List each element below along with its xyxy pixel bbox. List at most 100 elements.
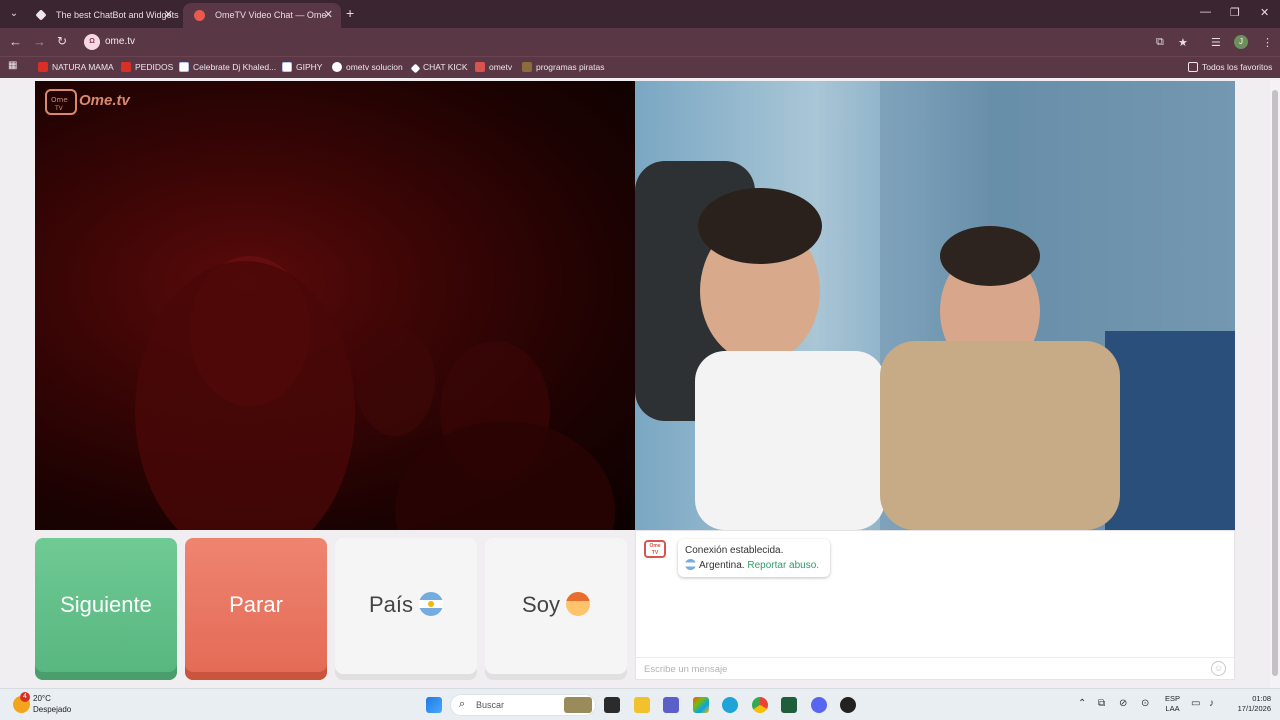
argentina-flag-icon xyxy=(419,592,444,616)
chevron-up-icon[interactable]: ⌃ xyxy=(1078,698,1086,709)
bookmark-label: GIPHY xyxy=(296,62,323,72)
stop-button-label: Parar xyxy=(229,592,283,617)
message-input[interactable]: Escribe un mensaje ☺ xyxy=(636,657,1234,679)
profile-avatar[interactable]: J xyxy=(1234,35,1248,49)
self-video-scene xyxy=(635,81,1235,530)
bookmark-icon xyxy=(121,62,131,72)
gender-button[interactable]: Soy xyxy=(485,538,627,680)
doc-icon xyxy=(282,62,292,72)
network-icon[interactable]: ⧉ xyxy=(1098,698,1105,709)
search-highlight-icon xyxy=(564,697,592,713)
keyboard-layout: LAA xyxy=(1165,704,1180,713)
bookmark-label: Todos los favoritos xyxy=(1202,62,1273,72)
ometv-chat-icon: Ome TV xyxy=(644,540,666,558)
bookmark-giphy[interactable]: GIPHY xyxy=(282,62,322,72)
clock-time: 01:08 xyxy=(1252,694,1271,703)
new-tab-button[interactable]: + xyxy=(346,5,354,21)
forward-icon[interactable]: → xyxy=(33,34,46,49)
wifi-off-icon[interactable]: ⊘ xyxy=(1119,698,1127,709)
country-button[interactable]: País xyxy=(335,538,477,680)
url-field[interactable]: Ω ome.tv xyxy=(80,32,1200,52)
volume-icon[interactable]: ♪ xyxy=(1209,698,1214,709)
edge-icon[interactable] xyxy=(722,697,738,713)
microphone-icon[interactable]: ⊙ xyxy=(1141,698,1149,709)
bookmark-star-icon[interactable]: ★ xyxy=(1178,36,1188,49)
svg-text:TV: TV xyxy=(54,105,64,112)
ap-icon xyxy=(522,62,532,72)
windows-start-icon[interactable] xyxy=(426,697,442,713)
search-icon: ⌕ xyxy=(459,698,466,710)
teams-icon[interactable] xyxy=(663,697,679,713)
bookmark-label: ometv solucion xyxy=(346,62,403,72)
emoji-icon[interactable]: ☺ xyxy=(1211,661,1226,676)
apps-grid-icon[interactable]: ▦ xyxy=(8,60,17,71)
close-icon[interactable]: ✕ xyxy=(324,8,333,21)
app-icon[interactable] xyxy=(781,697,797,713)
svg-text:Ome: Ome xyxy=(51,96,68,104)
stranger-video xyxy=(35,81,635,530)
reload-icon[interactable]: ↻ xyxy=(57,34,67,48)
bookmark-label: PEDIDOS xyxy=(135,62,174,72)
bookmark-natura-mama[interactable]: NATURA MAMA xyxy=(38,62,114,72)
tab-title: OmeTV Video Chat — Ome xyxy=(215,10,327,20)
bookmark-pedidos[interactable]: PEDIDOS xyxy=(121,62,173,72)
chat-panel: Ome TV Conexión establecida. Argentina. R… xyxy=(635,530,1235,680)
ometv-logo: Ome TV Ome.tv xyxy=(45,87,137,120)
scrollbar[interactable] xyxy=(1270,80,1280,688)
windows-taskbar: 4 20°C Despejado ⌕ Buscar ⌃ ⧉ ⊘ ⊙ ESP LA… xyxy=(0,688,1280,720)
bookmark-label: ometv xyxy=(489,62,513,72)
bookmark-chat-kick[interactable]: CHAT KICK xyxy=(410,62,468,74)
copilot-icon[interactable] xyxy=(693,697,709,713)
weather-badge: 4 xyxy=(20,692,30,702)
close-icon[interactable]: ✕ xyxy=(164,8,173,21)
argentina-flag-icon xyxy=(685,559,696,570)
connection-status: Conexión establecida. xyxy=(685,545,784,556)
country-button-label: País xyxy=(368,592,414,617)
stranger-video-scene xyxy=(135,256,615,530)
bookmark-celebrate[interactable]: Celebrate Dj Khaled... xyxy=(179,62,276,72)
gender-button-label: Soy xyxy=(522,592,560,617)
maximize-icon[interactable]: ❐ xyxy=(1230,6,1240,19)
tab-ometv[interactable]: OmeTV Video Chat — Ome ✕ xyxy=(183,3,341,28)
google-icon xyxy=(332,62,342,72)
site-info-icon[interactable]: Ω xyxy=(84,34,100,50)
system-message: Conexión establecida. Argentina. Reporta… xyxy=(678,539,830,577)
menu-icon[interactable]: ⋮ xyxy=(1262,36,1273,49)
minimize-icon[interactable]: — xyxy=(1200,6,1211,18)
language-indicator[interactable]: ESP LAA xyxy=(1165,694,1180,714)
chrome-icon[interactable] xyxy=(752,697,768,713)
stranger-country: Argentina. xyxy=(699,560,745,571)
tab-bar: ⌄ The best ChatBot and Widgets ✕ OmeTV V… xyxy=(0,0,1280,28)
next-button[interactable]: Siguiente xyxy=(35,538,177,680)
bookmark-ometv-solucion[interactable]: ometv solucion xyxy=(332,62,403,72)
all-bookmarks-folder[interactable]: Todos los favoritos xyxy=(1188,62,1272,72)
clock-date: 17/1/2026 xyxy=(1237,704,1271,713)
bookmark-programas-piratas[interactable]: programas piratas xyxy=(522,62,605,72)
task-view-icon[interactable] xyxy=(604,697,620,713)
discord-icon[interactable] xyxy=(811,697,827,713)
bookmark-ometv[interactable]: ometv xyxy=(475,62,512,72)
bookmarks-bar: ▦ NATURA MAMA PEDIDOS Celebrate Dj Khale… xyxy=(0,56,1280,78)
bookmark-icon xyxy=(38,62,48,72)
search-placeholder: Buscar xyxy=(476,700,505,710)
cast-icon[interactable]: ⧉ xyxy=(1156,36,1164,49)
close-window-icon[interactable]: ✕ xyxy=(1260,6,1269,19)
logo-text: Ome.tv xyxy=(79,92,130,109)
reading-list-icon[interactable]: ☰ xyxy=(1211,36,1221,49)
tab-chatbot[interactable]: The best ChatBot and Widgets ✕ xyxy=(24,3,181,28)
file-explorer-icon[interactable] xyxy=(634,697,650,713)
stop-button[interactable]: Parar xyxy=(185,538,327,680)
message-placeholder: Escribe un mensaje xyxy=(644,664,728,675)
diamond-icon xyxy=(410,63,421,74)
tab-title: The best ChatBot and Widgets xyxy=(56,10,179,20)
scrollbar-thumb[interactable] xyxy=(1272,90,1278,676)
display-icon[interactable]: ▭ xyxy=(1191,698,1200,709)
weather-description: Despejado xyxy=(33,705,72,714)
back-icon[interactable]: ← xyxy=(9,34,22,49)
self-video xyxy=(635,81,1235,530)
app-icon[interactable] xyxy=(840,697,856,713)
report-abuse-link[interactable]: Reportar abuso. xyxy=(747,560,819,571)
bookmark-label: NATURA MAMA xyxy=(52,62,114,72)
clock[interactable]: 01:08 17/1/2026 xyxy=(1225,694,1271,714)
tab-search-button[interactable]: ⌄ xyxy=(6,6,22,22)
